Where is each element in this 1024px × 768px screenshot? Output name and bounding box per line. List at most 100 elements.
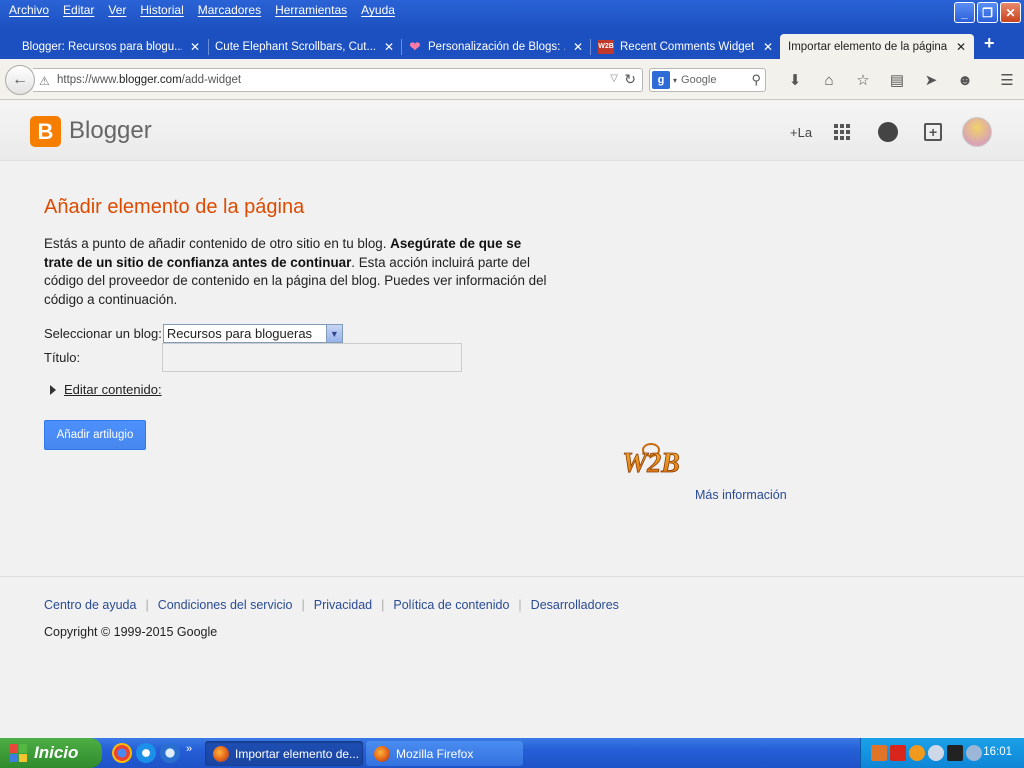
search-icon[interactable]: ⚲ bbox=[751, 72, 761, 88]
menu-marcadores[interactable]: Marcadores bbox=[191, 3, 268, 17]
desc-text-1: Estás a punto de añadir contenido de otr… bbox=[44, 236, 391, 251]
w2b-favicon-icon: W2B bbox=[598, 39, 614, 54]
page-title: Añadir elemento de la página bbox=[44, 196, 305, 218]
chevron-down-icon[interactable]: ▼ bbox=[325, 325, 342, 342]
quick-launch: » bbox=[112, 743, 192, 763]
tab-personalizacion[interactable]: ❤ Personalización de Blogs: ... ✕ bbox=[400, 34, 591, 59]
tab-close-icon[interactable]: ✕ bbox=[573, 40, 583, 54]
menu-archivo[interactable]: Archivo bbox=[2, 3, 56, 17]
apps-grid-icon[interactable] bbox=[834, 124, 851, 140]
tab-label: Cute Elephant Scrollbars, Cut... bbox=[215, 40, 376, 53]
bookmark-star-icon[interactable]: ☆ bbox=[846, 69, 880, 91]
network-icon[interactable] bbox=[928, 745, 944, 761]
tab-blogger[interactable]: Blogger: Recursos para blogu... ✕ bbox=[14, 34, 208, 59]
avast-icon[interactable] bbox=[909, 745, 925, 761]
edit-content-link[interactable]: Editar contenido: bbox=[64, 382, 162, 397]
tab-label: Blogger: Recursos para blogu... bbox=[22, 40, 182, 53]
menu-ayuda[interactable]: Ayuda bbox=[354, 3, 402, 17]
blogger-wordmark[interactable]: Blogger bbox=[69, 117, 152, 145]
back-button[interactable]: ← bbox=[5, 65, 35, 95]
minimize-button[interactable]: _ bbox=[954, 2, 975, 23]
footer-link-privacy[interactable]: Privacidad bbox=[314, 598, 372, 612]
menu-historial[interactable]: Historial bbox=[133, 3, 190, 17]
tab-cute-elephant[interactable]: Cute Elephant Scrollbars, Cut... ✕ bbox=[207, 34, 402, 59]
plus-user-link[interactable]: +La bbox=[790, 125, 812, 140]
google-engine-icon[interactable]: g bbox=[652, 71, 670, 89]
menu-icon[interactable]: ☰ bbox=[990, 69, 1024, 91]
tray-app-icon[interactable] bbox=[871, 745, 887, 761]
taskbar: Inicio » Importar elemento de... Mozilla… bbox=[0, 738, 1024, 768]
toolbar-icons: ⬇ ⌂ ☆ ▤ ➤ ☻ ☰ bbox=[778, 69, 1024, 91]
header-actions: +La + bbox=[790, 117, 993, 147]
w2b-logo: W2B bbox=[622, 443, 680, 478]
blogger-header: B Blogger +La + bbox=[0, 101, 1024, 161]
firefox-icon bbox=[374, 745, 390, 762]
system-tray: 16:01 bbox=[860, 738, 1024, 768]
url-domain: blogger.com bbox=[119, 74, 182, 86]
acrobat-icon[interactable] bbox=[890, 745, 906, 761]
footer-separator: | bbox=[381, 598, 385, 612]
quick-launch-more-icon[interactable]: » bbox=[186, 743, 192, 763]
share-add-icon[interactable]: + bbox=[924, 123, 943, 141]
blog-select[interactable]: Recursos para blogueras ▼ bbox=[162, 324, 343, 343]
reading-list-icon[interactable]: ▤ bbox=[880, 69, 914, 91]
start-button[interactable]: Inicio bbox=[0, 738, 102, 768]
blogger-logo-icon[interactable]: B bbox=[30, 116, 61, 147]
edit-content-toggle[interactable]: Editar contenido: bbox=[50, 382, 162, 397]
menu-editar[interactable]: Editar bbox=[56, 3, 101, 17]
main-content: Añadir elemento de la página Estás a pun… bbox=[0, 162, 1024, 576]
smiley-icon[interactable]: ☻ bbox=[948, 69, 982, 91]
copyright: Copyright © 1999-2015 Google bbox=[44, 625, 218, 639]
taskbar-window-importar[interactable]: Importar elemento de... bbox=[205, 741, 363, 766]
taskbar-window-label: Importar elemento de... bbox=[235, 746, 360, 761]
more-info-link[interactable]: Más información bbox=[695, 488, 787, 502]
blog-select-label: Seleccionar un blog: bbox=[44, 326, 162, 341]
blog-select-row: Seleccionar un blog: Recursos para blogu… bbox=[44, 324, 343, 343]
web-icon[interactable] bbox=[160, 743, 180, 763]
tab-close-icon[interactable]: ✕ bbox=[956, 40, 966, 54]
speaker-icon[interactable] bbox=[966, 745, 982, 761]
maximize-button[interactable]: ❐ bbox=[977, 2, 998, 23]
chrome-icon[interactable] bbox=[112, 743, 132, 763]
taskbar-window-firefox[interactable]: Mozilla Firefox bbox=[366, 741, 523, 766]
close-window-button[interactable]: ✕ bbox=[1000, 2, 1021, 23]
menu-herramientas[interactable]: Herramientas bbox=[268, 3, 354, 17]
title-row: Título: bbox=[44, 343, 462, 372]
warning-icon: ⚠ bbox=[39, 73, 50, 88]
footer-link-content-policy[interactable]: Política de contenido bbox=[393, 598, 509, 612]
windows-flag-icon bbox=[10, 744, 28, 762]
add-widget-button[interactable]: Añadir artilugio bbox=[44, 420, 146, 450]
reload-icon[interactable]: ↻ bbox=[624, 71, 636, 88]
footer-separator: | bbox=[518, 598, 522, 612]
engine-dropdown-icon[interactable]: ▾ bbox=[673, 76, 677, 85]
tab-close-icon[interactable]: ✕ bbox=[190, 40, 200, 54]
url-bar[interactable]: ⚠ https://www.blogger.com/add-widget ▽ ↻ bbox=[33, 68, 643, 92]
send-icon[interactable]: ➤ bbox=[914, 69, 948, 91]
navigation-bar: ⚠ https://www.blogger.com/add-widget ▽ ↻… bbox=[0, 59, 1024, 100]
url-path: /add-widget bbox=[181, 74, 242, 86]
tab-close-icon[interactable]: ✕ bbox=[384, 40, 394, 54]
footer-link-help[interactable]: Centro de ayuda bbox=[44, 598, 136, 612]
w2b-logo-text: W2B bbox=[622, 448, 680, 478]
url-text: https://www.blogger.com/add-widget bbox=[57, 74, 241, 86]
avatar[interactable] bbox=[962, 117, 993, 147]
footer-links: Centro de ayuda | Condiciones del servic… bbox=[44, 598, 619, 612]
url-dropdown-icon[interactable]: ▽ bbox=[610, 73, 618, 84]
menu-ver[interactable]: Ver bbox=[101, 3, 133, 17]
window-controls: _ ❐ ✕ bbox=[954, 2, 1021, 23]
tab-close-icon[interactable]: ✕ bbox=[763, 40, 773, 54]
heart-icon: ❤ bbox=[409, 38, 421, 54]
title-input[interactable] bbox=[162, 343, 462, 372]
footer-link-developers[interactable]: Desarrolladores bbox=[531, 598, 619, 612]
footer-link-terms[interactable]: Condiciones del servicio bbox=[158, 598, 293, 612]
tab-recent-comments[interactable]: W2B Recent Comments Widget... ✕ bbox=[590, 34, 781, 59]
search-box[interactable]: g ▾ Google ⚲ bbox=[649, 68, 766, 92]
notifications-icon[interactable] bbox=[878, 122, 899, 142]
tab-importar-active[interactable]: Importar elemento de la página ✕ bbox=[780, 34, 974, 59]
xsplit-icon[interactable] bbox=[947, 745, 963, 761]
internet-explorer-icon[interactable] bbox=[136, 743, 156, 763]
new-tab-button[interactable]: + bbox=[984, 33, 995, 54]
downloads-icon[interactable]: ⬇ bbox=[778, 69, 812, 91]
home-icon[interactable]: ⌂ bbox=[812, 69, 846, 91]
footer: Centro de ayuda | Condiciones del servic… bbox=[0, 576, 1024, 738]
